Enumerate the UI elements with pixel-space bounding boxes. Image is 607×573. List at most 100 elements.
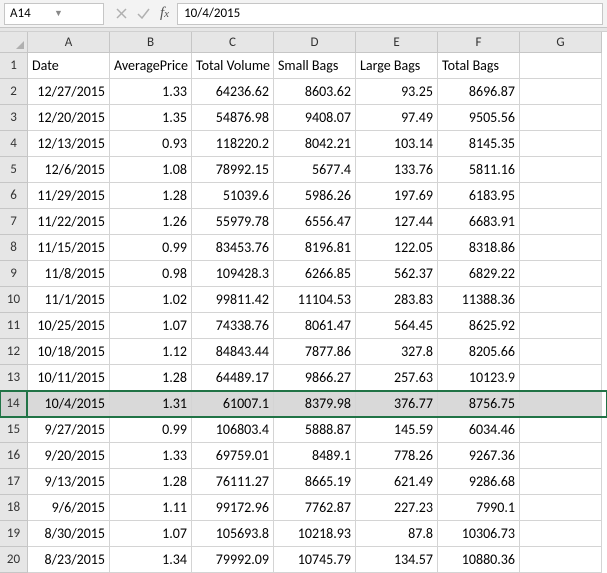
row-header-3[interactable]: 3 [0, 105, 28, 131]
row-header-2[interactable]: 2 [0, 79, 28, 105]
cell-E18[interactable]: 227.23 [356, 495, 438, 521]
cell-A14[interactable]: 10/4/2015 [28, 391, 110, 417]
cell-E8[interactable]: 122.05 [356, 235, 438, 261]
column-header-G[interactable]: G [520, 32, 602, 53]
cell-G15[interactable] [520, 417, 602, 443]
cell-C14[interactable]: 61007.1 [192, 391, 274, 417]
cell-C2[interactable]: 64236.62 [192, 79, 274, 105]
cell-A11[interactable]: 10/25/2015 [28, 313, 110, 339]
cell-F10[interactable]: 11388.36 [438, 287, 520, 313]
cell-D1[interactable]: Small Bags [274, 53, 356, 79]
cell-C17[interactable]: 76111.27 [192, 469, 274, 495]
cell-D7[interactable]: 6556.47 [274, 209, 356, 235]
cell-G14[interactable] [520, 391, 602, 417]
row-header-5[interactable]: 5 [0, 157, 28, 183]
column-header-E[interactable]: E [356, 32, 438, 53]
cell-E10[interactable]: 283.83 [356, 287, 438, 313]
cell-B5[interactable]: 1.08 [110, 157, 192, 183]
cell-B11[interactable]: 1.07 [110, 313, 192, 339]
cell-E19[interactable]: 87.8 [356, 521, 438, 547]
cell-A20[interactable]: 8/23/2015 [28, 547, 110, 573]
cell-C1[interactable]: Total Volume [192, 53, 274, 79]
cell-E1[interactable]: Large Bags [356, 53, 438, 79]
cell-G9[interactable] [520, 261, 602, 287]
fx-icon[interactable]: fx [160, 5, 169, 22]
cell-D13[interactable]: 9866.27 [274, 365, 356, 391]
cell-F15[interactable]: 6034.46 [438, 417, 520, 443]
cell-G11[interactable] [520, 313, 602, 339]
row-header-7[interactable]: 7 [0, 209, 28, 235]
cell-B16[interactable]: 1.33 [110, 443, 192, 469]
cell-G10[interactable] [520, 287, 602, 313]
row-header-19[interactable]: 19 [0, 521, 28, 547]
cell-G17[interactable] [520, 469, 602, 495]
cell-D20[interactable]: 10745.79 [274, 547, 356, 573]
cell-B8[interactable]: 0.99 [110, 235, 192, 261]
column-header-B[interactable]: B [110, 32, 192, 53]
cell-E5[interactable]: 133.76 [356, 157, 438, 183]
cell-D6[interactable]: 5986.26 [274, 183, 356, 209]
cell-C18[interactable]: 99172.96 [192, 495, 274, 521]
row-header-20[interactable]: 20 [0, 547, 28, 573]
cell-D5[interactable]: 5677.4 [274, 157, 356, 183]
cell-E20[interactable]: 134.57 [356, 547, 438, 573]
cell-B7[interactable]: 1.26 [110, 209, 192, 235]
cell-F8[interactable]: 8318.86 [438, 235, 520, 261]
cell-A18[interactable]: 9/6/2015 [28, 495, 110, 521]
cell-B14[interactable]: 1.31 [110, 391, 192, 417]
cell-C20[interactable]: 79992.09 [192, 547, 274, 573]
select-all-corner[interactable] [0, 32, 28, 53]
cell-G1[interactable] [520, 53, 602, 79]
row-header-6[interactable]: 6 [0, 183, 28, 209]
row-header-13[interactable]: 13 [0, 365, 28, 391]
cell-E11[interactable]: 564.45 [356, 313, 438, 339]
cell-E6[interactable]: 197.69 [356, 183, 438, 209]
cell-B1[interactable]: AveragePrice [110, 53, 192, 79]
cell-B3[interactable]: 1.35 [110, 105, 192, 131]
cell-F17[interactable]: 9286.68 [438, 469, 520, 495]
cell-G16[interactable] [520, 443, 602, 469]
cell-A15[interactable]: 9/27/2015 [28, 417, 110, 443]
cell-C8[interactable]: 83453.76 [192, 235, 274, 261]
cell-B19[interactable]: 1.07 [110, 521, 192, 547]
cell-E15[interactable]: 145.59 [356, 417, 438, 443]
formula-input[interactable]: 10/4/2015 [177, 3, 603, 25]
row-header-17[interactable]: 17 [0, 469, 28, 495]
cell-B10[interactable]: 1.02 [110, 287, 192, 313]
cell-D3[interactable]: 9408.07 [274, 105, 356, 131]
cell-F3[interactable]: 9505.56 [438, 105, 520, 131]
cell-B20[interactable]: 1.34 [110, 547, 192, 573]
cell-C16[interactable]: 69759.01 [192, 443, 274, 469]
cell-E13[interactable]: 257.63 [356, 365, 438, 391]
cell-C6[interactable]: 51039.6 [192, 183, 274, 209]
cell-E4[interactable]: 103.14 [356, 131, 438, 157]
cell-E3[interactable]: 97.49 [356, 105, 438, 131]
cell-G5[interactable] [520, 157, 602, 183]
cell-C7[interactable]: 55979.78 [192, 209, 274, 235]
cell-C10[interactable]: 99811.42 [192, 287, 274, 313]
cell-C4[interactable]: 118220.2 [192, 131, 274, 157]
row-header-1[interactable]: 1 [0, 53, 28, 79]
cell-A2[interactable]: 12/27/2015 [28, 79, 110, 105]
cell-F12[interactable]: 8205.66 [438, 339, 520, 365]
cell-E14[interactable]: 376.77 [356, 391, 438, 417]
row-header-10[interactable]: 10 [0, 287, 28, 313]
cell-E9[interactable]: 562.37 [356, 261, 438, 287]
cell-A7[interactable]: 11/22/2015 [28, 209, 110, 235]
cell-F19[interactable]: 10306.73 [438, 521, 520, 547]
cell-A9[interactable]: 11/8/2015 [28, 261, 110, 287]
cell-D9[interactable]: 6266.85 [274, 261, 356, 287]
cell-A16[interactable]: 9/20/2015 [28, 443, 110, 469]
cell-B6[interactable]: 1.28 [110, 183, 192, 209]
cell-D19[interactable]: 10218.93 [274, 521, 356, 547]
cell-G13[interactable] [520, 365, 602, 391]
cell-F11[interactable]: 8625.92 [438, 313, 520, 339]
cell-G6[interactable] [520, 183, 602, 209]
cell-F14[interactable]: 8756.75 [438, 391, 520, 417]
cell-D15[interactable]: 5888.87 [274, 417, 356, 443]
cell-E16[interactable]: 778.26 [356, 443, 438, 469]
cell-A3[interactable]: 12/20/2015 [28, 105, 110, 131]
cell-F20[interactable]: 10880.36 [438, 547, 520, 573]
cell-B12[interactable]: 1.12 [110, 339, 192, 365]
cell-A1[interactable]: Date [28, 53, 110, 79]
